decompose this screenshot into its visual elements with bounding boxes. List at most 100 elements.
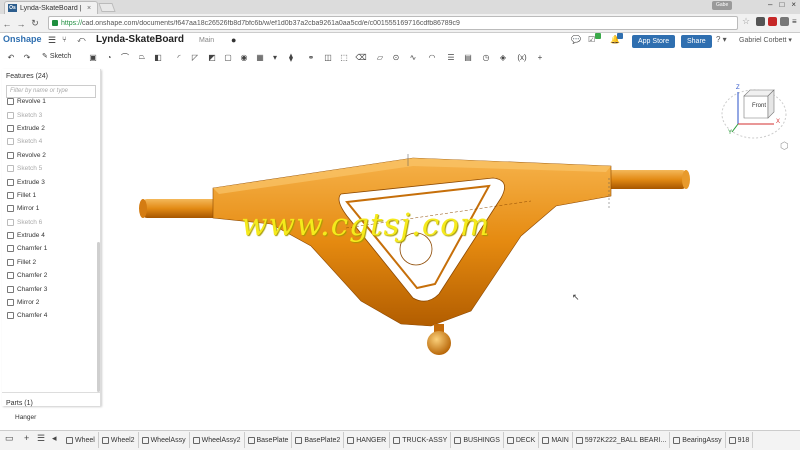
feature-item[interactable]: Mirror 2 bbox=[2, 296, 97, 309]
document-tab[interactable]: WheelAssy bbox=[139, 432, 190, 448]
document-tab[interactable]: BasePlate bbox=[245, 432, 293, 448]
feature-item[interactable]: Fillet 1 bbox=[2, 189, 97, 202]
split-icon[interactable]: ◫ bbox=[323, 52, 333, 62]
document-tab[interactable]: HANGER bbox=[344, 432, 391, 448]
measure-icon[interactable]: ◠ bbox=[427, 52, 437, 62]
clock-icon[interactable]: ◷ bbox=[481, 52, 491, 62]
mate-connector-icon[interactable]: ⊙ bbox=[391, 52, 401, 62]
section-icon[interactable]: ☰ bbox=[446, 52, 456, 62]
loft-icon[interactable]: ⏢ bbox=[137, 52, 147, 62]
feature-item[interactable]: Sketch 6 bbox=[2, 216, 97, 229]
feature-item[interactable]: Chamfer 2 bbox=[2, 269, 97, 282]
comments-icon[interactable]: 💬 bbox=[571, 35, 581, 44]
tab-list-icon[interactable]: ☰ bbox=[37, 433, 45, 444]
part-model-svg[interactable] bbox=[101, 66, 800, 430]
browser-tab[interactable]: Os Lynda-SkateBoard | × bbox=[4, 1, 98, 14]
feature-item[interactable]: Mirror 1 bbox=[2, 202, 97, 215]
materials-icon[interactable]: ◈ bbox=[498, 52, 508, 62]
maximize-button[interactable]: □ bbox=[779, 0, 784, 9]
feature-item[interactable]: Chamfer 1 bbox=[2, 242, 97, 255]
public-globe-icon[interactable]: ● bbox=[231, 35, 236, 45]
document-tab[interactable]: WheelAssy2 bbox=[190, 432, 245, 448]
plane-icon[interactable]: ▱ bbox=[375, 52, 385, 62]
view-options-cube-icon[interactable]: ⬡ bbox=[780, 141, 789, 152]
revolve-icon[interactable]: ◔ bbox=[104, 52, 114, 62]
profile-badge[interactable]: Gabe bbox=[712, 1, 733, 10]
extrude-icon[interactable]: ▣ bbox=[88, 52, 98, 62]
thicken-icon[interactable]: ◧ bbox=[153, 52, 163, 62]
bookmark-star-icon[interactable]: ☆ bbox=[742, 16, 750, 27]
minimize-button[interactable]: – bbox=[768, 0, 772, 9]
feature-item[interactable]: Extrude 3 bbox=[2, 175, 97, 188]
document-tab[interactable]: BasePlate2 bbox=[292, 432, 345, 448]
scroll-tabs-left-icon[interactable]: ◂ bbox=[52, 433, 57, 444]
close-window-button[interactable]: × bbox=[791, 0, 796, 9]
app-store-button[interactable]: App Store bbox=[632, 34, 676, 48]
draft-icon[interactable]: ◩ bbox=[207, 52, 217, 62]
extension-icon[interactable] bbox=[756, 17, 765, 26]
feature-item[interactable]: Chamfer 4 bbox=[2, 309, 97, 322]
helix-icon[interactable]: ∿ bbox=[408, 52, 418, 62]
view-cube-face-label[interactable]: Front bbox=[752, 103, 766, 109]
undo-icon[interactable]: ↶ bbox=[6, 52, 16, 62]
address-bar[interactable]: https://cad.onshape.com/documents/f647aa… bbox=[48, 16, 738, 30]
hole-icon[interactable]: ◉ bbox=[239, 52, 249, 62]
document-tab[interactable]: 5972K222_BALL BEARI... bbox=[573, 432, 671, 448]
document-menu-icon[interactable]: ☰ bbox=[48, 35, 56, 46]
left-axle[interactable] bbox=[139, 199, 223, 218]
feature-item[interactable]: Revolve 2 bbox=[2, 149, 97, 162]
document-tab[interactable]: BearingAssy bbox=[670, 432, 726, 448]
variable-icon[interactable]: (x) bbox=[515, 52, 529, 62]
transform-icon[interactable]: ⬚ bbox=[339, 52, 349, 62]
document-title[interactable]: Lynda-SkateBoard bbox=[96, 34, 184, 45]
right-axle[interactable] bbox=[606, 170, 690, 189]
extension-icon[interactable] bbox=[780, 17, 789, 26]
document-tab[interactable]: BUSHINGS bbox=[451, 432, 504, 448]
feature-item[interactable]: Sketch 5 bbox=[2, 162, 97, 175]
sketch-button[interactable]: ✎ Sketch bbox=[42, 52, 71, 61]
pattern-dropdown-icon[interactable]: ▾ bbox=[270, 52, 280, 62]
graphics-viewport[interactable] bbox=[101, 66, 800, 430]
feature-item[interactable]: Chamfer 3 bbox=[2, 282, 97, 295]
boolean-icon[interactable]: ⚭ bbox=[306, 52, 316, 62]
onshape-logo[interactable]: Onshape bbox=[3, 34, 42, 44]
document-tab[interactable]: 918 bbox=[726, 432, 754, 448]
feature-item[interactable]: Extrude 4 bbox=[2, 229, 97, 242]
fillet-icon[interactable]: ◜ bbox=[174, 52, 184, 62]
insert-tab-icon[interactable]: + bbox=[24, 433, 29, 443]
mirror-icon[interactable]: ⧫ bbox=[286, 52, 296, 62]
kingpin-ball[interactable] bbox=[427, 324, 451, 355]
feature-item[interactable]: Extrude 2 bbox=[2, 122, 97, 135]
feature-item[interactable]: Revolve 1 bbox=[2, 95, 97, 108]
back-icon[interactable]: ← bbox=[0, 19, 14, 29]
close-tab-icon[interactable]: × bbox=[87, 5, 91, 12]
feature-item[interactable]: Sketch 4 bbox=[2, 135, 97, 148]
pattern-icon[interactable]: ▦ bbox=[255, 52, 265, 62]
sweep-icon[interactable]: ⌒ bbox=[120, 52, 130, 62]
feature-item[interactable]: Sketch 3 bbox=[2, 108, 97, 121]
versions-icon[interactable]: ⑂ bbox=[62, 35, 67, 44]
document-tab[interactable]: Wheel bbox=[63, 432, 99, 448]
user-menu[interactable]: Gabriel Corbett ▾ bbox=[739, 36, 792, 44]
help-menu[interactable]: ? ▾ bbox=[716, 35, 727, 44]
share-button[interactable]: Share bbox=[681, 34, 712, 48]
feature-list-scrollbar[interactable] bbox=[97, 242, 100, 392]
document-tab[interactable]: MAIN bbox=[539, 432, 573, 448]
chamfer-icon[interactable]: ◸ bbox=[190, 52, 200, 62]
new-tab-button[interactable] bbox=[98, 3, 116, 12]
forward-icon[interactable]: → bbox=[14, 19, 28, 29]
document-tab[interactable]: TRUCK-ASSY bbox=[390, 432, 452, 448]
undo-history-icon[interactable]: ⤺ bbox=[77, 35, 86, 45]
part-item[interactable]: Hanger bbox=[15, 414, 36, 421]
add-custom-feature-icon[interactable]: + bbox=[535, 52, 545, 62]
tab-manager-icon[interactable]: ▭ bbox=[5, 433, 14, 444]
document-tab[interactable]: Wheel2 bbox=[99, 432, 139, 448]
chrome-menu-icon[interactable]: ≡ bbox=[792, 17, 800, 26]
document-tab[interactable]: DECK bbox=[504, 432, 540, 448]
view-cube[interactable]: Front Z X Y bbox=[720, 82, 792, 142]
shell-icon[interactable]: ▢ bbox=[223, 52, 233, 62]
pdf-extension-icon[interactable] bbox=[768, 17, 777, 26]
mass-icon[interactable]: ▤ bbox=[463, 52, 473, 62]
feature-item[interactable]: Fillet 2 bbox=[2, 256, 97, 269]
redo-icon[interactable]: ↷ bbox=[22, 52, 32, 62]
